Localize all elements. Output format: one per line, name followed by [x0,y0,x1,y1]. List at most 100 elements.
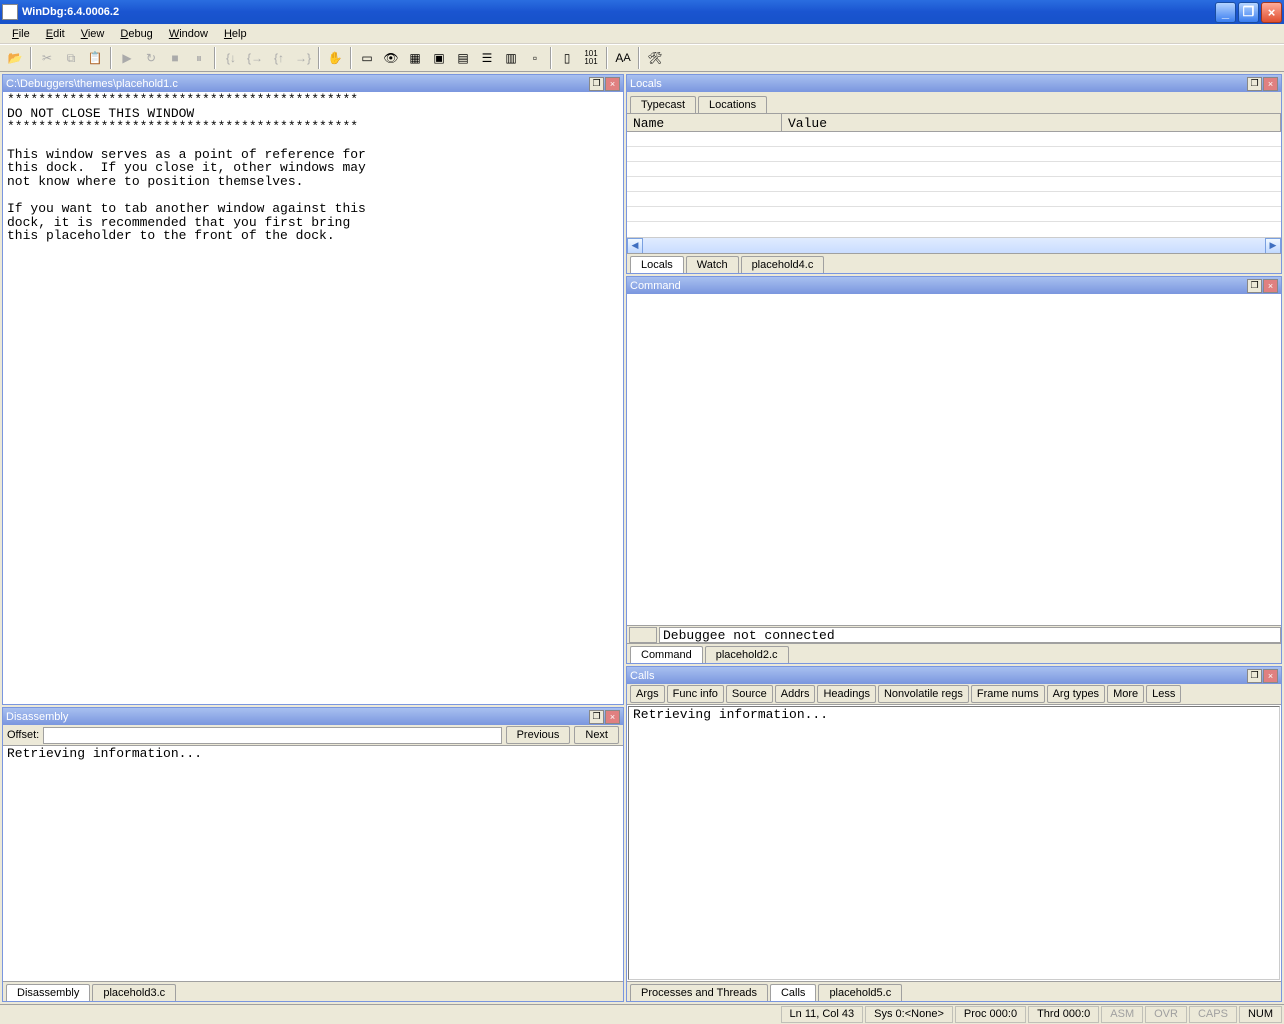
restore-icon[interactable]: ❐ [589,710,604,724]
status-lncol: Ln 11, Col 43 [781,1006,864,1023]
tab-placehold2[interactable]: placehold2.c [705,646,789,663]
command-output[interactable] [627,294,1281,625]
horizontal-scrollbar[interactable]: ◀ ▶ [627,237,1281,253]
calls-btn-args[interactable]: Args [630,685,665,703]
callstack-window-icon[interactable]: ☰ [476,47,498,69]
status-sys: Sys 0:<None> [865,1006,953,1023]
maximize-button[interactable]: ❐ [1238,2,1259,23]
watch-window-icon[interactable]: 👁 [380,47,402,69]
font-icon[interactable]: AA [612,47,634,69]
step-over-icon: {→ [244,47,266,69]
command-window-icon[interactable]: ▭ [356,47,378,69]
table-row [627,192,1281,207]
menu-edit[interactable]: Edit [38,26,73,42]
source-mode-icon[interactable]: ▯ [556,47,578,69]
restore-icon[interactable]: ❐ [1247,77,1262,91]
table-row [627,207,1281,222]
tab-command[interactable]: Command [630,646,703,663]
menu-help[interactable]: Help [216,26,255,42]
calls-btn-less[interactable]: Less [1146,685,1181,703]
disassembly-panel: Disassembly ❐ × Offset: Previous Next Re… [2,707,624,1002]
offset-input[interactable] [43,727,501,744]
menu-view[interactable]: View [73,26,113,42]
calls-btn-source[interactable]: Source [726,685,773,703]
app-title: WinDbg:6.4.0006.2 [22,6,119,18]
disassembly-body[interactable]: Retrieving information... [3,746,623,981]
break-icon: ⏸ [188,47,210,69]
tab-watch[interactable]: Watch [686,256,739,273]
status-asm: ASM [1101,1006,1143,1023]
step-into-icon: {↓ [220,47,242,69]
scratch-window-icon[interactable]: ▫ [524,47,546,69]
tab-processes-threads[interactable]: Processes and Threads [630,984,768,1001]
locals-window-icon[interactable]: ▦ [404,47,426,69]
calls-toolbar: Args Func info Source Addrs Headings Non… [627,684,1281,705]
source-body[interactable]: ****************************************… [3,92,623,704]
tab-locals[interactable]: Locals [630,256,684,273]
copy-icon: ⧉ [60,47,82,69]
calls-btn-framenums[interactable]: Frame nums [971,685,1045,703]
column-name[interactable]: Name [627,114,782,131]
close-icon[interactable]: × [1263,279,1278,293]
previous-button[interactable]: Previous [506,726,571,744]
calls-btn-nonvolatile[interactable]: Nonvolatile regs [878,685,969,703]
step-out-icon: {↑ [268,47,290,69]
command-prompt-zone [629,627,657,643]
scroll-left-icon[interactable]: ◀ [627,238,643,254]
tab-typecast[interactable]: Typecast [630,96,696,113]
tab-placehold4[interactable]: placehold4.c [741,256,825,273]
disasm-window-icon[interactable]: ▥ [500,47,522,69]
restore-icon[interactable]: ❐ [1247,279,1262,293]
calls-body[interactable]: Retrieving information... [628,706,1280,980]
close-button[interactable]: × [1261,2,1282,23]
disassembly-panel-header[interactable]: Disassembly ❐ × [3,708,623,725]
calls-btn-headings[interactable]: Headings [817,685,875,703]
close-icon[interactable]: × [605,710,620,724]
cut-icon: ✂ [36,47,58,69]
restore-icon[interactable]: ❐ [589,77,604,91]
tab-placehold3[interactable]: placehold3.c [92,984,176,1001]
breakpoint-icon[interactable]: ✋ [324,47,346,69]
calls-btn-more[interactable]: More [1107,685,1144,703]
status-bar: Ln 11, Col 43 Sys 0:<None> Proc 000:0 Th… [0,1004,1284,1024]
options-icon[interactable]: 🛠 [644,47,666,69]
menu-file[interactable]: File [4,26,38,42]
calls-btn-argtypes[interactable]: Arg types [1047,685,1105,703]
open-icon[interactable]: 📂 [4,47,26,69]
calls-btn-funcinfo[interactable]: Func info [667,685,724,703]
menu-debug[interactable]: Debug [112,26,160,42]
restore-icon[interactable]: ❐ [1247,669,1262,683]
command-panel: Command ❐ × Debuggee not connected Comma… [626,276,1282,664]
column-value[interactable]: Value [782,114,1281,131]
memory-window-icon[interactable]: ▤ [452,47,474,69]
command-panel-header[interactable]: Command ❐ × [627,277,1281,294]
locals-grid-body[interactable] [627,132,1281,237]
minimize-button[interactable]: _ [1215,2,1236,23]
paste-icon: 📋 [84,47,106,69]
close-icon[interactable]: × [1263,77,1278,91]
tab-locations[interactable]: Locations [698,96,767,113]
scroll-right-icon[interactable]: ▶ [1265,238,1281,254]
disassembly-panel-title: Disassembly [6,711,68,723]
table-row [627,177,1281,192]
close-icon[interactable]: × [605,77,620,91]
calls-panel-header[interactable]: Calls ❐ × [627,667,1281,684]
calls-btn-addrs[interactable]: Addrs [775,685,816,703]
tab-placehold5[interactable]: placehold5.c [818,984,902,1001]
locals-panel-title: Locals [630,78,662,90]
table-row [627,147,1281,162]
menu-window[interactable]: Window [161,26,216,42]
locals-panel: Locals ❐ × Typecast Locations Name Value [626,74,1282,274]
registers-window-icon[interactable]: ▣ [428,47,450,69]
binary-icon[interactable]: 101101 [580,47,602,69]
status-thrd: Thrd 000:0 [1028,1006,1099,1023]
source-panel-title: C:\Debuggers\themes\placehold1.c [6,78,178,90]
calls-panel: Calls ❐ × Args Func info Source Addrs He… [626,666,1282,1002]
go-icon: ▶ [116,47,138,69]
locals-panel-header[interactable]: Locals ❐ × [627,75,1281,92]
tab-disassembly[interactable]: Disassembly [6,984,90,1001]
source-panel-header[interactable]: C:\Debuggers\themes\placehold1.c ❐ × [3,75,623,92]
close-icon[interactable]: × [1263,669,1278,683]
next-button[interactable]: Next [574,726,619,744]
tab-calls[interactable]: Calls [770,984,816,1001]
